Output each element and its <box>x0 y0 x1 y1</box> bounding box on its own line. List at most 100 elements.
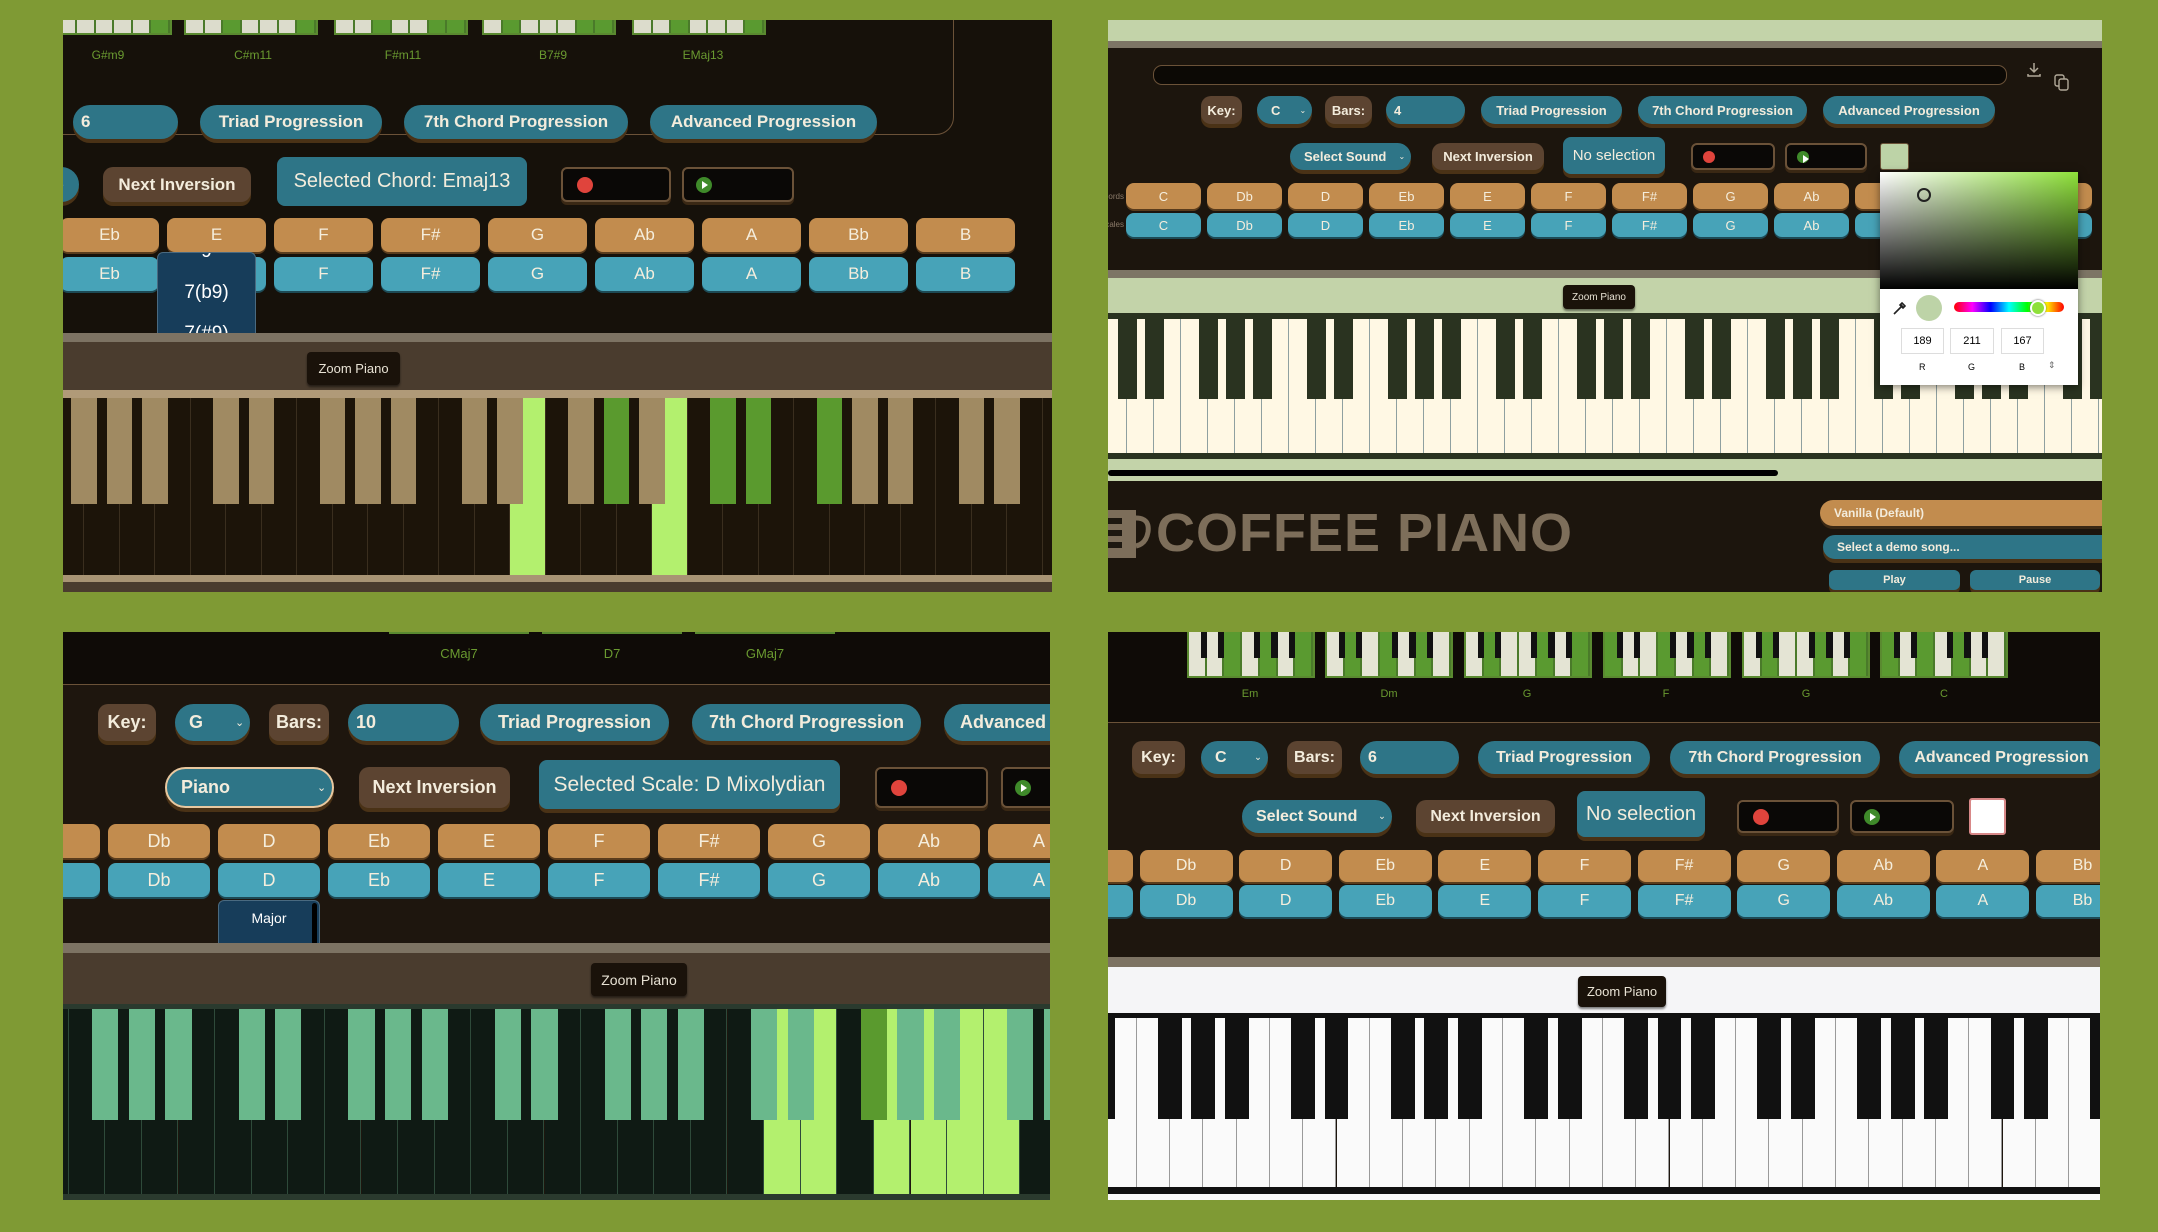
seventh-chord-progression-button[interactable]: 7th Chord Progression <box>692 704 921 741</box>
copy-icon[interactable] <box>2054 74 2070 92</box>
scale-root-button[interactable]: Db <box>108 863 210 897</box>
black-key[interactable] <box>71 398 97 505</box>
chord-root-button[interactable]: C <box>1126 183 1201 209</box>
chord-root-button[interactable]: C <box>1108 850 1133 882</box>
record-button[interactable] <box>875 767 988 808</box>
black-key[interactable] <box>1711 319 1732 400</box>
next-inversion-button[interactable]: Next Inversion <box>1432 143 1544 170</box>
black-key[interactable] <box>348 1009 375 1120</box>
black-key[interactable] <box>1224 1018 1249 1120</box>
mini-chord-keyboard[interactable] <box>1464 632 1592 678</box>
black-key[interactable] <box>1757 1018 1782 1120</box>
scale-root-button[interactable]: F <box>548 863 650 897</box>
scale-root-button[interactable]: C <box>1108 885 1133 917</box>
chord-root-button[interactable]: Bb <box>809 218 908 252</box>
mini-chord-keyboard[interactable] <box>63 20 172 35</box>
zoom-piano-button[interactable]: Zoom Piano <box>307 352 400 385</box>
chord-root-button[interactable]: Eb <box>63 218 159 252</box>
black-key[interactable] <box>677 1009 705 1120</box>
bars-input[interactable]: 4 <box>1386 96 1465 124</box>
mini-chord-keyboard[interactable] <box>1880 632 2008 678</box>
chord-root-button[interactable]: Eb <box>1338 850 1432 882</box>
saturation-value-area[interactable] <box>1880 172 2078 289</box>
color-swatch-button[interactable] <box>1880 143 1909 170</box>
chord-root-button[interactable]: D <box>1239 850 1333 882</box>
chord-root-button[interactable]: Db <box>1139 850 1233 882</box>
black-key[interactable] <box>1819 319 1840 400</box>
black-key[interactable] <box>384 1009 412 1120</box>
green-input[interactable]: 211 <box>1950 328 1994 354</box>
triad-progression-button[interactable]: Triad Progression <box>200 105 382 139</box>
format-toggle-icon[interactable]: ⇕ <box>2048 360 2056 371</box>
chord-root-button[interactable]: Eb <box>1369 183 1444 209</box>
scale-root-button[interactable]: F# <box>1637 885 1731 917</box>
scale-root-button[interactable]: G <box>1737 885 1831 917</box>
black-key[interactable] <box>1324 1018 1349 1120</box>
black-key[interactable] <box>860 1009 888 1120</box>
black-key[interactable] <box>2090 1018 2100 1120</box>
mini-chord-keyboard[interactable] <box>184 20 318 35</box>
piano-keyboard[interactable] <box>63 398 1052 575</box>
black-key[interactable] <box>390 398 417 505</box>
scale-root-button[interactable]: E <box>438 863 540 897</box>
black-key[interactable] <box>421 1009 448 1120</box>
advanced-progression-button[interactable]: Advanced Progression <box>1823 96 1995 124</box>
scale-root-button[interactable]: A <box>988 863 1050 897</box>
black-key[interactable] <box>1043 1009 1050 1120</box>
bars-input[interactable]: 10 <box>348 704 459 741</box>
black-key[interactable] <box>1690 1018 1715 1120</box>
black-key[interactable] <box>639 398 665 505</box>
black-key[interactable] <box>1624 1018 1649 1120</box>
black-key[interactable] <box>1225 319 1246 400</box>
demo-song-select[interactable]: Select a demo song... <box>1823 535 2102 559</box>
chord-root-button[interactable]: E <box>167 218 266 252</box>
zoom-piano-button[interactable]: Zoom Piano <box>1578 976 1666 1007</box>
scale-root-button[interactable]: F <box>274 257 373 291</box>
black-key[interactable] <box>1391 1018 1416 1120</box>
chord-root-button[interactable]: Ab <box>878 824 980 858</box>
black-key[interactable] <box>1657 1018 1682 1120</box>
black-key[interactable] <box>142 398 168 505</box>
black-key[interactable] <box>165 1009 192 1120</box>
black-key[interactable] <box>603 398 630 505</box>
record-button[interactable] <box>1737 800 1839 833</box>
chord-root-button[interactable]: F <box>548 824 650 858</box>
eyedropper-icon[interactable] <box>1892 301 1907 319</box>
black-key[interactable] <box>1890 1018 1915 1120</box>
scale-root-button[interactable]: F <box>1538 885 1631 917</box>
chord-root-button[interactable]: Ab <box>1774 183 1849 209</box>
chord-root-button[interactable]: F <box>1531 183 1606 209</box>
black-key[interactable] <box>994 398 1020 505</box>
chord-root-button[interactable]: B <box>916 218 1015 252</box>
black-key[interactable] <box>1495 319 1516 400</box>
scale-root-button[interactable]: F <box>1531 213 1606 237</box>
black-key[interactable] <box>92 1009 119 1120</box>
black-key[interactable] <box>106 398 133 505</box>
black-key[interactable] <box>1630 319 1651 400</box>
picker-handle[interactable] <box>1917 188 1931 202</box>
black-key[interactable] <box>710 398 736 505</box>
black-key[interactable] <box>2089 319 2102 400</box>
dropdown-option[interactable]: 7(b9) <box>158 272 255 313</box>
demo-pause-button[interactable]: Pause <box>1970 570 2100 590</box>
download-icon[interactable] <box>2026 62 2042 78</box>
black-key[interactable] <box>1291 1018 1316 1120</box>
play-button[interactable] <box>1785 143 1867 170</box>
white-key[interactable] <box>1042 398 1052 575</box>
next-inversion-button[interactable]: Next Inversion <box>1416 800 1555 833</box>
scale-root-button[interactable]: D <box>1239 885 1333 917</box>
chord-root-button[interactable]: G <box>1737 850 1831 882</box>
black-key[interactable] <box>1684 319 1705 400</box>
chord-root-button[interactable]: G <box>1693 183 1768 209</box>
scale-root-button[interactable]: Eb <box>1338 885 1432 917</box>
zoom-piano-button[interactable]: Zoom Piano <box>591 963 687 996</box>
mini-chord-keyboard[interactable] <box>632 20 766 35</box>
scale-root-button[interactable]: Bb <box>809 257 908 291</box>
piano-keyboard[interactable] <box>1108 1018 2100 1187</box>
black-key[interactable] <box>1522 319 1543 400</box>
next-inversion-button[interactable]: Next Inversion <box>359 767 510 808</box>
next-inversion-button[interactable]: Next Inversion <box>103 167 251 202</box>
black-key[interactable] <box>1765 319 1786 400</box>
triad-progression-button[interactable]: Triad Progression <box>480 704 669 741</box>
black-key[interactable] <box>1144 319 1165 400</box>
